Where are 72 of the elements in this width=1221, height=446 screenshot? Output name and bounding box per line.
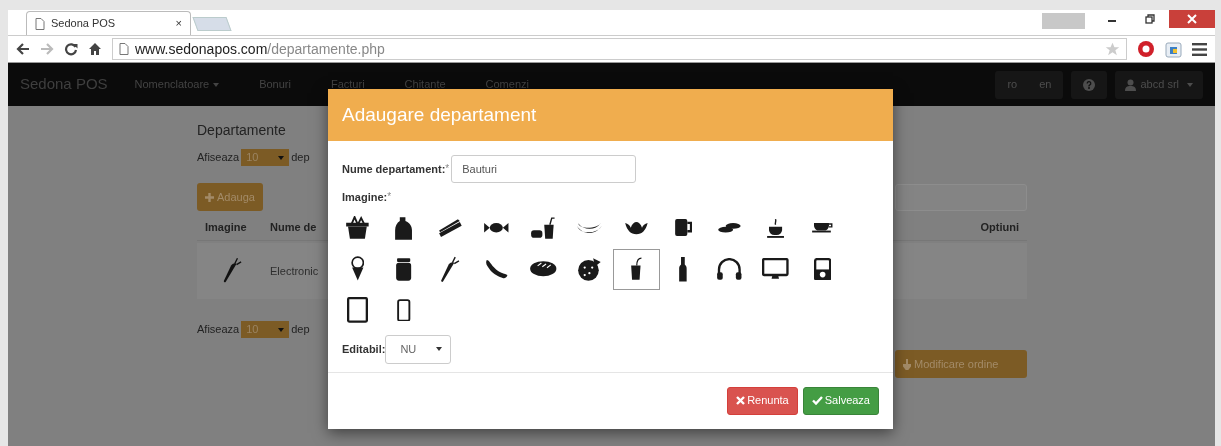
help-icon (1083, 78, 1096, 91)
user-icon (1125, 78, 1137, 91)
mug-icon (673, 218, 692, 238)
extension-icon[interactable] (1165, 40, 1182, 58)
editable-select[interactable]: NU (385, 334, 452, 364)
arrow-down-icon (903, 358, 911, 370)
close-icon[interactable] (1187, 14, 1197, 24)
column-header: Optiuni (980, 220, 1019, 236)
bread-icon (529, 260, 558, 278)
cancel-button[interactable]: Renunta (727, 386, 798, 415)
show-suffix: dep (291, 150, 310, 166)
home-icon[interactable] (88, 42, 102, 56)
plus-icon (205, 192, 214, 202)
check-icon (811, 396, 823, 405)
croissant-icon (623, 220, 649, 236)
field-label: Nume departament: (342, 161, 446, 177)
nav-link[interactable]: Bonuri (259, 76, 291, 93)
page-icon (35, 17, 45, 30)
url-text: www.sedonapos.com/departamente.php (135, 39, 386, 59)
candy-icon (483, 222, 511, 234)
ice-cream-icon (350, 256, 364, 282)
field-label: Editabil: (342, 341, 386, 357)
stop-sign-icon[interactable] (1137, 40, 1155, 58)
carrot-icon (222, 257, 242, 285)
show-label: Afiseaza (197, 322, 240, 338)
close-icon (736, 396, 746, 405)
page-title: Departamente (197, 121, 287, 140)
beans-icon (716, 222, 742, 234)
back-icon[interactable] (16, 42, 30, 56)
reload-icon[interactable] (64, 42, 78, 56)
column-header: Imagine (205, 220, 248, 236)
carrot-icon (440, 255, 461, 283)
modal-title: Adaugare departament (342, 102, 537, 127)
teacup-icon (811, 222, 834, 234)
menu-icon[interactable] (1192, 42, 1207, 56)
basket-icon (344, 216, 370, 240)
headphones-icon (715, 257, 743, 281)
cake-slice-icon (437, 217, 463, 239)
column-header: Nume de (270, 220, 317, 236)
required-mark: * (445, 162, 450, 174)
coffee-cup-icon (766, 217, 786, 239)
table-cell-text: Electronic (270, 263, 319, 279)
add-button[interactable]: Adauga (197, 183, 263, 211)
restore-icon[interactable] (1145, 14, 1155, 24)
page-size-select[interactable]: 10 (241, 321, 290, 338)
jar-icon (395, 256, 413, 282)
name-input[interactable]: Bauturi (451, 155, 637, 183)
music-player-icon (813, 257, 831, 281)
reorder-button[interactable]: Modificare ordine (895, 350, 1027, 378)
page-size-select[interactable]: 10 (241, 149, 290, 166)
burger-drink-icon (530, 216, 557, 240)
bottle-icon (677, 255, 688, 283)
field-label: Imagine: (342, 190, 388, 205)
address-bar[interactable]: www.sedonapos.com/departamente.php (112, 38, 1127, 60)
show-label: Afiseaza (197, 150, 240, 166)
search-field[interactable] (895, 183, 1027, 211)
sausage-icon (485, 258, 509, 280)
required-mark: * (387, 190, 392, 202)
jug-icon (394, 215, 414, 241)
soda-cup-icon (629, 257, 643, 281)
tablet-icon (346, 297, 368, 323)
image-option[interactable] (613, 248, 660, 290)
browser-tab[interactable]: Sedona POS × (26, 11, 191, 35)
monitor-icon (762, 258, 790, 280)
save-button[interactable]: Salveaza (802, 386, 879, 415)
pizza-icon (577, 256, 603, 282)
show-suffix: dep (291, 322, 310, 338)
phone-icon (397, 298, 411, 322)
page-icon (119, 43, 129, 55)
star-icon[interactable] (1105, 41, 1120, 57)
tab-close-button[interactable]: × (175, 15, 182, 32)
tab-title: Sedona POS (51, 16, 117, 32)
